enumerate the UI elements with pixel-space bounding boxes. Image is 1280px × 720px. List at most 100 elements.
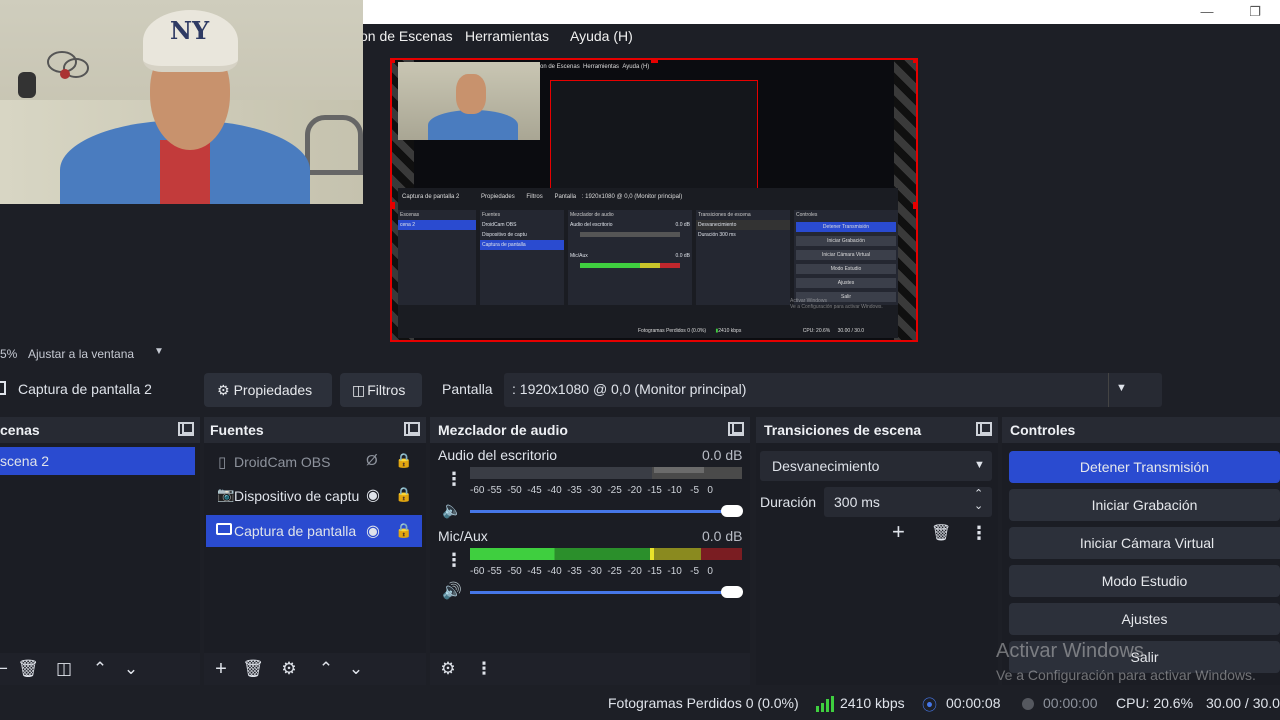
- dock-title: Transiciones de escena: [764, 422, 922, 438]
- selected-source-name: Captura de pantalla 2: [18, 381, 152, 397]
- duration-label: Duración: [760, 494, 817, 510]
- speaker-muted-icon[interactable]: 🔈: [442, 500, 462, 520]
- filter-icon[interactable]: ◫: [51, 656, 77, 682]
- bitrate: 2410 kbps: [840, 695, 905, 711]
- streaming-icon: ⦿: [922, 697, 938, 714]
- minimize-icon[interactable]: —: [1192, 2, 1222, 22]
- speaker-icon[interactable]: 🔊: [442, 581, 462, 601]
- eye-icon[interactable]: ◉: [366, 521, 380, 541]
- start-recording-button[interactable]: Iniciar Grabación: [1009, 489, 1280, 521]
- restore-icon[interactable]: ❐: [1240, 2, 1270, 22]
- undock-icon[interactable]: [178, 422, 194, 436]
- channel-name: Audio del escritorio: [438, 447, 558, 463]
- menu-item-help[interactable]: Ayuda (H): [570, 28, 633, 44]
- arrow-down-icon[interactable]: ⌄: [118, 656, 144, 682]
- display-select-value: : 1920x1080 @ 0,0 (Monitor principal): [512, 381, 747, 397]
- undock-icon[interactable]: [404, 422, 420, 436]
- undock-icon[interactable]: [728, 422, 744, 436]
- add-icon[interactable]: +: [208, 656, 234, 682]
- more-options-icon[interactable]: ⋮: [970, 523, 988, 544]
- volume-slider[interactable]: [470, 591, 742, 594]
- gear-icon[interactable]: ⚙: [276, 656, 302, 682]
- cap-logo: NY: [170, 16, 210, 45]
- volume-slider[interactable]: [470, 510, 742, 513]
- phone-icon: ▯: [218, 454, 227, 471]
- properties-button[interactable]: ⚙ Propiedades: [204, 373, 332, 407]
- menu-item-scene-collection[interactable]: on de Escenas: [360, 28, 453, 44]
- filters-button[interactable]: ◫ Filtros: [340, 373, 422, 407]
- preview-canvas[interactable]: on de Escenas Herramientas Ayuda (H) Cap…: [390, 58, 918, 342]
- arrow-down-icon[interactable]: ⌄: [343, 656, 369, 682]
- trash-icon[interactable]: 🗑: [15, 656, 41, 682]
- zoom-mode-select[interactable]: Ajustar a la ventana: [28, 347, 134, 361]
- mini-webcam: [398, 62, 540, 140]
- monitor-icon: [0, 381, 6, 395]
- scenes-dock: cenas scena 2 − 🗑 ◫ ⌃ ⌄: [0, 417, 200, 685]
- chevron-down-icon: ▼: [1116, 382, 1127, 394]
- volume-slider-knob[interactable]: [721, 505, 743, 517]
- sources-dock: Fuentes ▯ DroidCam OBS Ø 🔒 📷 Dispositivo…: [204, 417, 426, 685]
- lock-icon[interactable]: 🔒: [395, 522, 412, 539]
- more-options-icon[interactable]: ⋮: [445, 550, 463, 571]
- menu-item-tools[interactable]: Herramientas: [465, 28, 549, 44]
- settings-button[interactable]: Ajustes: [1009, 603, 1280, 635]
- arrow-up-icon[interactable]: ⌃: [87, 656, 113, 682]
- dropped-frames: Fotogramas Perdidos 0 (0.0%): [608, 695, 799, 711]
- chevron-down-icon[interactable]: ▼: [154, 346, 164, 357]
- mini-menu: on de Escenas Herramientas Ayuda (H): [540, 64, 650, 70]
- fps: 30.00 / 30.0: [1206, 695, 1280, 711]
- source-item-droidcam[interactable]: ▯ DroidCam OBS Ø 🔒: [206, 447, 422, 477]
- signal-icon: [816, 696, 834, 715]
- source-item-screen-capture[interactable]: Captura de pantalla ◉ 🔒: [206, 515, 422, 547]
- advanced-audio-icon[interactable]: ⚙: [435, 656, 461, 682]
- remove-icon[interactable]: −: [0, 656, 16, 682]
- channel-db: 0.0 dB: [702, 447, 743, 463]
- undock-icon[interactable]: [976, 422, 992, 436]
- eye-icon[interactable]: ◉: [366, 485, 380, 505]
- meter-scale: -60 -55 -50 -45 -40 -35 -30 -25 -20 -15 …: [470, 485, 713, 496]
- monitor-icon: [216, 523, 232, 535]
- camera-icon: 📷: [217, 486, 235, 502]
- transition-select[interactable]: Desvanecimiento ▼: [760, 451, 992, 481]
- start-virtual-camera-button[interactable]: Iniciar Cámara Virtual: [1009, 527, 1280, 559]
- racket-icon: [18, 51, 89, 98]
- display-label: Pantalla: [442, 381, 493, 397]
- trash-icon[interactable]: 🗑: [240, 656, 266, 682]
- more-options-icon[interactable]: ⋮: [471, 656, 497, 682]
- arrow-up-icon[interactable]: ⌃: [313, 656, 339, 682]
- scene-item[interactable]: scena 2: [0, 447, 195, 475]
- stream-time: 00:00:08: [946, 695, 1001, 711]
- source-item-capture-device[interactable]: 📷 Dispositivo de captu ◉ 🔒: [206, 481, 422, 511]
- stop-streaming-button[interactable]: Detener Transmisión: [1009, 451, 1280, 483]
- cpu-usage: CPU: 20.6%: [1116, 695, 1194, 711]
- audio-mixer-dock: Mezclador de audio Audio del escritorio …: [430, 417, 750, 685]
- activation-watermark-title: Activar Windows: [996, 640, 1144, 662]
- channel-name: Mic/Aux: [438, 528, 488, 544]
- record-time: 00:00:00: [1043, 695, 1098, 711]
- spin-down-icon[interactable]: ⌄: [974, 499, 983, 512]
- lock-icon[interactable]: 🔒: [395, 486, 412, 503]
- lock-icon[interactable]: 🔒: [395, 452, 412, 469]
- display-select[interactable]: : 1920x1080 @ 0,0 (Monitor principal) ▼: [504, 373, 1162, 407]
- activation-watermark-text: Ve a Configuración para activar Windows.: [996, 667, 1256, 683]
- mini-preview: [550, 80, 758, 192]
- add-icon[interactable]: +: [892, 519, 905, 545]
- zoom-percent: 5%: [0, 347, 18, 361]
- zoom-bar: 5% Ajustar a la ventana ▼: [0, 343, 1280, 365]
- gear-icon: ⚙: [217, 382, 230, 398]
- eye-hidden-icon[interactable]: Ø: [366, 452, 378, 469]
- source-toolbar: Captura de pantalla 2 ⚙ Propiedades ◫ Filt…: [0, 365, 1280, 415]
- dock-title: Controles: [1010, 422, 1076, 438]
- duration-spinbox[interactable]: 300 ms ⌃ ⌄: [824, 487, 992, 517]
- volume-slider-knob[interactable]: [721, 586, 743, 598]
- trash-icon[interactable]: 🗑: [931, 523, 951, 543]
- volume-meter-peak: [650, 548, 654, 560]
- more-options-icon[interactable]: ⋮: [445, 469, 463, 490]
- dock-title: Mezclador de audio: [438, 422, 568, 438]
- dock-title: cenas: [0, 422, 40, 438]
- webcam-overlay: NY: [0, 0, 363, 204]
- studio-mode-button[interactable]: Modo Estudio: [1009, 565, 1280, 597]
- record-icon: [1022, 698, 1034, 710]
- status-bar: Fotogramas Perdidos 0 (0.0%) 2410 kbps ⦿…: [0, 688, 1280, 720]
- channel-db: 0.0 dB: [702, 528, 743, 544]
